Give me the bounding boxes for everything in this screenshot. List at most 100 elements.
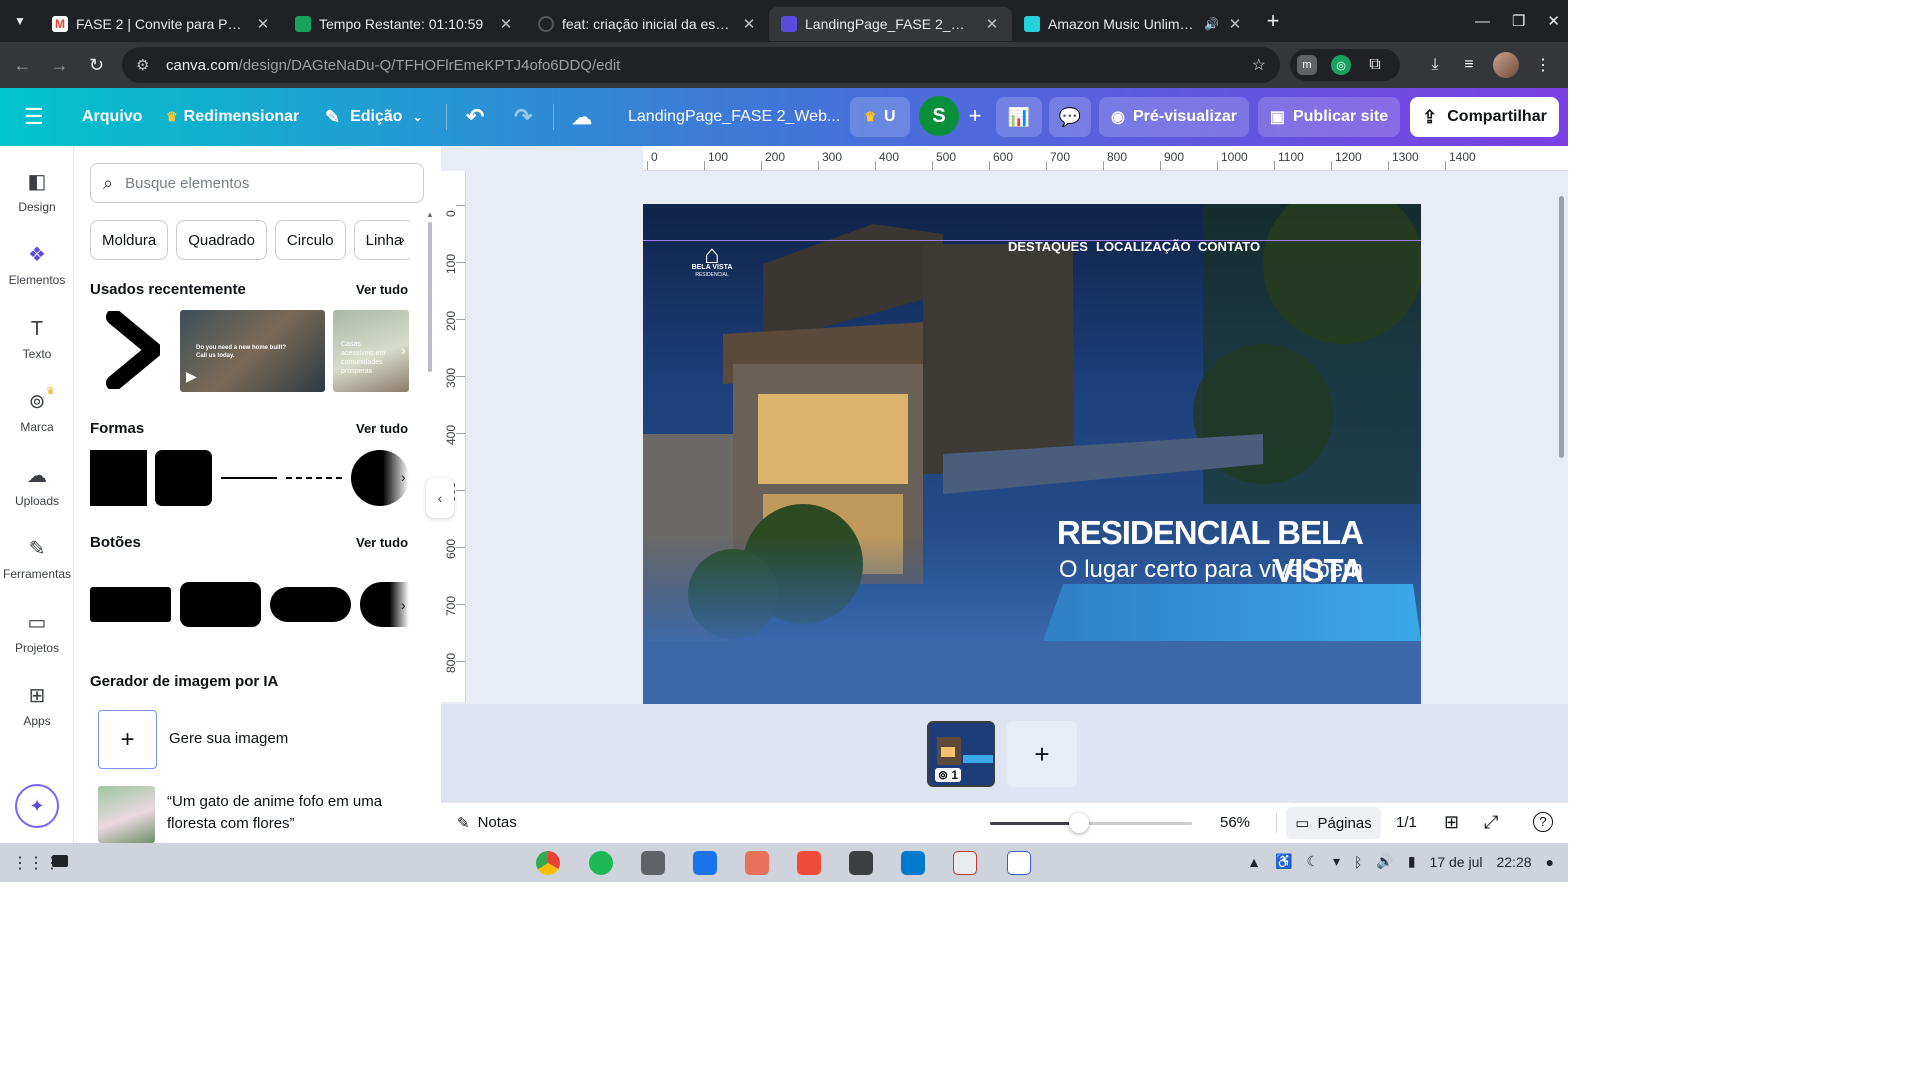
rail-item-uploads[interactable]: ☁ Uploads — [0, 464, 74, 524]
rounded-square-shape[interactable] — [155, 450, 212, 506]
zoom-slider[interactable] — [990, 813, 1192, 833]
calculator-icon[interactable] — [849, 851, 873, 875]
hero-image[interactable]: ⌂ BELA VISTA RESIDENCIAL DESTAQUES LOCAL… — [643, 204, 1421, 641]
page-thumbnail[interactable]: ⊚ 1 — [927, 721, 995, 787]
pages-button[interactable]: ▭ Páginas — [1286, 807, 1381, 839]
edit-mode-button[interactable]: ✎ Edição ⌄ — [325, 88, 423, 146]
pill-button-shape[interactable] — [270, 587, 351, 622]
back-icon[interactable]: ← — [4, 55, 41, 76]
profile-avatar[interactable] — [1493, 52, 1519, 78]
shapes-see-all-link[interactable]: Ver tudo — [356, 421, 408, 436]
help-icon[interactable]: ? — [1533, 812, 1553, 832]
document-viewer-icon[interactable] — [953, 851, 977, 875]
battery-icon[interactable]: ▮ — [1408, 853, 1416, 870]
rect-button-shape[interactable] — [90, 587, 171, 622]
resize-button[interactable]: ♛ Redimensionar — [166, 88, 299, 146]
chrome-icon[interactable] — [536, 851, 560, 875]
forward-icon[interactable]: → — [41, 55, 78, 76]
screen-icon[interactable] — [52, 855, 68, 867]
close-icon[interactable]: ✕ — [1227, 15, 1243, 33]
zoom-slider-knob[interactable] — [1068, 813, 1089, 833]
chevron-right-icon[interactable]: › — [401, 597, 406, 613]
collapse-panel-button[interactable]: ‹ — [426, 478, 454, 518]
browser-tab[interactable]: Tempo Restante: 01:10:59 ✕ — [283, 7, 526, 41]
ai-example-prompt[interactable]: “Um gato de anime fofo em uma floresta c… — [167, 791, 407, 835]
speaker-icon[interactable]: 🔊 — [1204, 17, 1219, 31]
text-editor-icon[interactable] — [1007, 851, 1031, 875]
chip-square[interactable]: Quadrado — [176, 220, 267, 260]
square-shape[interactable] — [90, 450, 147, 506]
hero-subtitle[interactable]: O lugar certo para viver bem — [963, 556, 1363, 584]
rail-item-brand[interactable]: ♛ ⊚ Marca — [0, 386, 74, 450]
tray-up-icon[interactable]: ▲ — [1247, 854, 1261, 870]
grid-view-icon[interactable]: ⊞ — [1444, 812, 1459, 833]
accessibility-icon[interactable]: ♿ — [1275, 853, 1292, 870]
minimize-icon[interactable]: — — [1475, 13, 1490, 30]
night-mode-icon[interactable]: ☾ — [1306, 853, 1319, 870]
extension-m-icon[interactable]: m — [1297, 55, 1317, 75]
ai-example-image[interactable] — [98, 786, 155, 843]
buttons-see-all-link[interactable]: Ver tudo — [356, 535, 408, 550]
cloud-saved-icon[interactable]: ☁ — [572, 88, 592, 146]
notes-button[interactable]: ✎ Notas — [457, 814, 517, 832]
image-viewer-icon[interactable] — [745, 851, 769, 875]
git-icon[interactable] — [797, 851, 821, 875]
user-avatar[interactable]: S — [919, 96, 959, 136]
fullscreen-icon[interactable]: ⤢ — [1484, 812, 1498, 833]
bluetooth-icon[interactable]: ᛒ — [1354, 854, 1362, 870]
chevron-right-icon[interactable]: › — [401, 469, 406, 485]
new-tab-button[interactable]: + — [1255, 8, 1291, 34]
chevron-shape-thumb[interactable] — [104, 311, 160, 389]
rail-item-elements[interactable]: ❖ Elementos — [0, 243, 74, 303]
browser-tab[interactable]: Amazon Music Unlimited 🔊 ✕ — [1012, 7, 1255, 41]
generate-image-button[interactable]: + — [98, 710, 157, 769]
wifi-icon[interactable]: ▾ — [1333, 853, 1340, 870]
share-button[interactable]: ⇪ Compartilhar — [1410, 97, 1559, 137]
time-label[interactable]: 22:28 — [1496, 854, 1531, 870]
site-info-icon[interactable]: ⚙ — [136, 56, 152, 74]
rail-item-apps[interactable]: ⊞ Apps — [0, 684, 74, 744]
publish-site-button[interactable]: ▣ Publicar site — [1258, 97, 1400, 137]
files-icon[interactable] — [641, 851, 665, 875]
chevron-right-icon[interactable]: › — [400, 231, 405, 247]
design-page[interactable]: ⌂ BELA VISTA RESIDENCIAL DESTAQUES LOCAL… — [643, 204, 1421, 704]
hamburger-menu-icon[interactable]: ☰ — [24, 106, 44, 128]
upgrade-button[interactable]: ♛ U — [850, 97, 910, 137]
chevron-right-icon[interactable]: › — [401, 342, 406, 358]
invite-plus-icon[interactable]: + — [961, 102, 989, 130]
comment-icon[interactable]: 💬 — [1049, 97, 1091, 137]
rail-item-text[interactable]: T Texto — [0, 317, 74, 377]
close-icon[interactable]: ✕ — [741, 15, 757, 33]
scroll-up-icon[interactable]: ▲ — [426, 210, 434, 219]
date-label[interactable]: 17 de jul — [1430, 854, 1483, 870]
restore-icon[interactable]: ❐ — [1512, 12, 1525, 30]
nav-link-localizacao[interactable]: LOCALIZAÇÃO — [1096, 239, 1191, 254]
redo-icon[interactable]: ↷ — [514, 88, 532, 146]
browser-tab[interactable]: feat: criação inicial da estrutu ✕ — [526, 7, 769, 41]
insights-chart-icon[interactable]: 📊 — [996, 97, 1042, 137]
close-icon[interactable]: ✕ — [255, 15, 271, 33]
scrollbar-thumb[interactable] — [428, 222, 432, 372]
magic-assistant-icon[interactable]: ✦ — [15, 784, 59, 828]
nav-link-destaques[interactable]: DESTAQUES — [1008, 239, 1088, 254]
panel-scrollbar[interactable]: ▲ ▼ — [426, 210, 434, 843]
template-thumb[interactable]: Do you need a new home built? Call us to… — [180, 310, 325, 392]
browser-tab[interactable]: M FASE 2 | Convite para Partic ✕ — [40, 7, 283, 41]
rail-item-projects[interactable]: ▭ Projetos — [0, 611, 74, 671]
rail-item-tools[interactable]: ✎ Ferramentas — [0, 537, 74, 597]
workspace-scrollbar[interactable] — [1559, 196, 1564, 458]
media-icon[interactable]: ≡ — [1459, 55, 1479, 75]
browser-tab-active[interactable]: LandingPage_FASE 2_WebD ✕ — [769, 7, 1012, 41]
undo-icon[interactable]: ↶ — [466, 88, 484, 146]
spotify-icon[interactable] — [589, 851, 613, 875]
nav-link-contato[interactable]: CONTATO — [1198, 239, 1260, 254]
rail-item-design[interactable]: ◧ Design — [0, 170, 74, 230]
page-counter[interactable]: 1/1 — [1396, 814, 1417, 831]
chip-frame[interactable]: Moldura — [90, 220, 169, 260]
extension-green-icon[interactable]: ◎ — [1331, 55, 1351, 75]
search-input[interactable]: ⌕ Busque elementos — [90, 163, 424, 203]
bookmark-star-icon[interactable]: ☆ — [1252, 55, 1266, 75]
chip-circle[interactable]: Circulo — [274, 220, 346, 260]
generate-image-label[interactable]: Gere sua imagem — [169, 730, 288, 747]
url-input[interactable]: ⚙ canva.com/design/DAGteNaDu-Q/TFHOFlrEm… — [122, 47, 1280, 83]
